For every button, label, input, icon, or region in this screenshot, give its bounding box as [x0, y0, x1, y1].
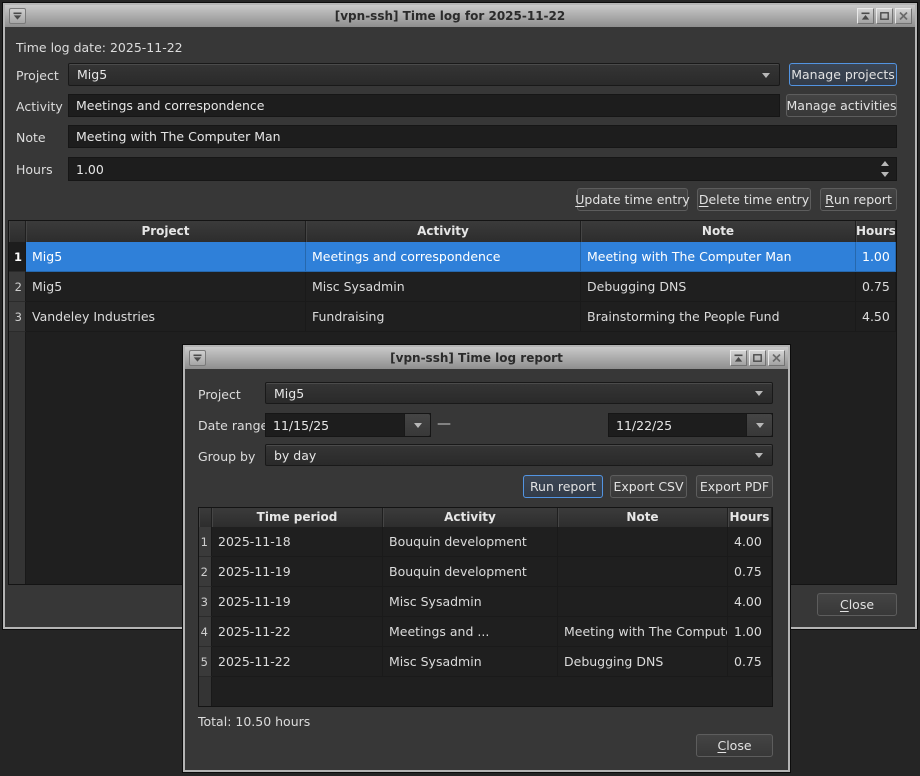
shade-icon: [861, 12, 870, 20]
group-by-label: Group by: [198, 449, 255, 464]
date-to-value: 11/22/25: [616, 418, 672, 433]
date-range-separator: —: [437, 416, 451, 432]
window-menu-button[interactable]: [189, 350, 206, 366]
total-hours-label: Total: 10.50 hours: [198, 714, 310, 729]
spinner-arrows-icon[interactable]: [879, 161, 891, 177]
report-run-button[interactable]: Run report: [523, 475, 603, 498]
shade-button[interactable]: [857, 8, 874, 24]
header-activity[interactable]: Activity: [383, 508, 558, 527]
maximize-icon: [753, 354, 762, 362]
header-note[interactable]: Note: [581, 221, 856, 242]
activity-label: Activity: [16, 99, 63, 114]
header-time-period[interactable]: Time period: [212, 508, 383, 527]
close-window-button[interactable]: [895, 8, 912, 24]
group-by-combobox[interactable]: by day: [265, 444, 773, 466]
report-row[interactable]: 3 2025-11-19 Misc Sysadmin 4.00: [199, 587, 772, 617]
report-row[interactable]: 1 2025-11-18 Bouquin development 4.00: [199, 527, 772, 557]
note-label: Note: [16, 130, 46, 145]
date-from-dropdown-button[interactable]: [404, 414, 430, 436]
time-log-date-label: Time log date: 2025-11-22: [16, 40, 183, 55]
table-row[interactable]: 1 Mig5 Meetings and correspondence Meeti…: [9, 242, 896, 272]
header-hours[interactable]: Hours: [856, 221, 896, 242]
close-icon: [899, 12, 908, 20]
report-project-combobox[interactable]: Mig5: [265, 382, 773, 404]
delete-time-entry-button[interactable]: Delete time entry: [697, 188, 811, 211]
report-table: Time period Activity Note Hours 1 2025-1…: [198, 507, 773, 707]
table-header[interactable]: Project Activity Note Hours: [9, 221, 896, 242]
group-by-value: by day: [274, 448, 316, 463]
report-table-header[interactable]: Time period Activity Note Hours: [199, 508, 772, 527]
date-range-label: Date range: [198, 418, 268, 433]
report-row[interactable]: 4 2025-11-22 Meetings and ... Meeting wi…: [199, 617, 772, 647]
project-value: Mig5: [77, 67, 107, 82]
report-project-label: Project: [198, 387, 241, 402]
manage-projects-button[interactable]: Manage projects: [789, 63, 897, 86]
chevron-down-icon: [755, 453, 763, 458]
note-input[interactable]: Meeting with The Computer Man: [68, 125, 897, 148]
project-combobox[interactable]: Mig5: [68, 63, 780, 86]
date-to-dropdown-button[interactable]: [746, 414, 772, 436]
maximize-button[interactable]: [876, 8, 893, 24]
header-project[interactable]: Project: [26, 221, 306, 242]
main-window-title: [vpn-ssh] Time log for 2025-11-22: [45, 5, 855, 27]
dialog-titlebar[interactable]: [vpn-ssh] Time log report: [185, 347, 788, 369]
close-button[interactable]: Close: [817, 593, 897, 616]
update-time-entry-button[interactable]: Update time entry: [577, 188, 688, 211]
maximize-icon: [880, 12, 889, 20]
shade-button[interactable]: [730, 350, 747, 366]
header-hours[interactable]: Hours: [728, 508, 772, 527]
export-csv-button[interactable]: Export CSV: [610, 475, 687, 498]
manage-activities-button[interactable]: Manage activities: [786, 94, 897, 117]
project-label: Project: [16, 68, 59, 83]
header-note[interactable]: Note: [558, 508, 728, 527]
main-titlebar[interactable]: [vpn-ssh] Time log for 2025-11-22: [5, 5, 915, 27]
export-pdf-button[interactable]: Export PDF: [696, 475, 773, 498]
chevron-down-icon: [755, 391, 763, 396]
run-report-button[interactable]: Run report: [820, 188, 897, 211]
hours-value: 1.00: [76, 162, 104, 177]
maximize-button[interactable]: [749, 350, 766, 366]
shade-icon: [734, 354, 743, 362]
window-menu-icon: [193, 354, 202, 362]
header-activity[interactable]: Activity: [306, 221, 581, 242]
report-row[interactable]: 5 2025-11-22 Misc Sysadmin Debugging DNS…: [199, 647, 772, 677]
hours-label: Hours: [16, 162, 53, 177]
dialog-title: [vpn-ssh] Time log report: [225, 347, 728, 369]
window-menu-button[interactable]: [9, 8, 26, 24]
table-row[interactable]: 3 Vandeley Industries Fundraising Brains…: [9, 302, 896, 332]
chevron-down-icon: [762, 73, 770, 78]
hours-spinbox[interactable]: 1.00: [68, 157, 897, 181]
date-to-field[interactable]: 11/22/25: [608, 413, 773, 437]
close-window-button[interactable]: [768, 350, 785, 366]
window-menu-icon: [13, 12, 22, 20]
report-close-button[interactable]: Close: [696, 734, 773, 757]
table-row[interactable]: 2 Mig5 Misc Sysadmin Debugging DNS 0.75: [9, 272, 896, 302]
report-row[interactable]: 2 2025-11-19 Bouquin development 0.75: [199, 557, 772, 587]
report-project-value: Mig5: [274, 386, 304, 401]
date-from-value: 11/15/25: [273, 418, 329, 433]
close-icon: [772, 354, 781, 362]
activity-input[interactable]: Meetings and correspondence: [68, 94, 780, 117]
date-from-field[interactable]: 11/15/25: [265, 413, 431, 437]
report-dialog: [vpn-ssh] Time log report Project: [183, 345, 790, 772]
